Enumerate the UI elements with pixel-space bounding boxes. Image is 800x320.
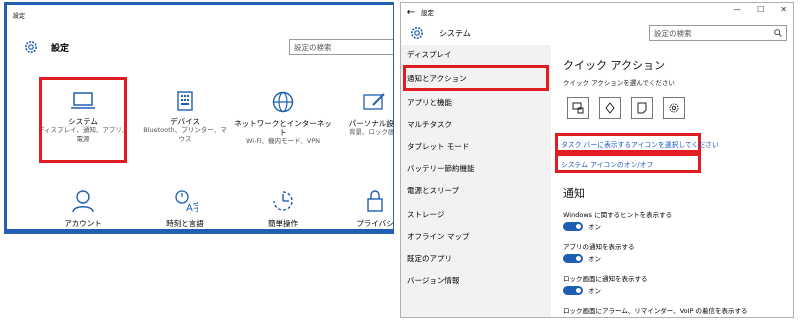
sidebar-item-display[interactable]: ディスプレイ <box>407 49 451 60</box>
quick-action-tile-note[interactable] <box>631 97 653 119</box>
tile-network[interactable]: ネットワークとインターネット Wi-Fi、機内モード、VPN <box>231 91 335 146</box>
title-bar: ← 設定 — ☐ ✕ <box>401 3 793 21</box>
quick-action-tile-connect[interactable] <box>567 97 589 119</box>
sidebar: ディスプレイ 通知とアクション アプリと機能 マルチタスク タブレット モード … <box>401 45 551 317</box>
sidebar-item-storage[interactable]: ストレージ <box>407 209 444 220</box>
tile-desc: Bluetooth、プリンター、マ <box>143 126 227 134</box>
maximize-button[interactable]: ☐ <box>757 5 764 14</box>
system-settings-window: ← 設定 — ☐ ✕ システム 設定の検索 ディスプレイ 通知とアクション アプ… <box>400 2 794 318</box>
quick-action-tile-location[interactable] <box>599 97 621 119</box>
toggle-state: オン <box>588 223 601 231</box>
toggle-state: オン <box>588 255 601 263</box>
tile-accounts[interactable]: アカウント <box>35 189 131 228</box>
settings-home-body: 設定 設定 設定の検索 システム ディスプレイ、通知、アプリ、 電源 デバイス … <box>7 5 393 229</box>
notifications-title: 通知 <box>563 187 585 200</box>
quick-actions-title: クイック アクション <box>563 59 665 72</box>
page-title: システム <box>439 28 471 38</box>
search-input[interactable]: 設定の検索 <box>289 39 393 55</box>
toggle-switch[interactable] <box>563 221 583 231</box>
taskbar-icons-link[interactable]: タスク バーに表示するアイコンを選択してください <box>561 139 719 149</box>
setting-label: ロック画面にアラーム、リマインダー、VoIP の着信を表示する <box>563 307 748 315</box>
quick-actions-note: クイック アクションを選んでください <box>563 79 675 87</box>
search-input[interactable]: 設定の検索 <box>649 25 787 41</box>
tile-privacy[interactable]: プライバシ <box>337 189 393 228</box>
page-title: 設定 <box>51 43 70 54</box>
quick-action-tile-settings[interactable] <box>663 97 685 119</box>
sidebar-item-tablet-mode[interactable]: タブレット モード <box>407 141 469 152</box>
sidebar-item-power-sleep[interactable]: 電源とスリープ <box>407 185 459 196</box>
tile-devices[interactable]: デバイス Bluetooth、プリンター、マ ウス <box>137 91 233 144</box>
toggle-lock-screen-notifications[interactable]: オン <box>563 285 601 295</box>
gear-icon <box>411 27 423 39</box>
sidebar-item-offline-maps[interactable]: オフライン マップ <box>407 231 469 242</box>
tile-label: アカウント <box>64 219 102 228</box>
paint-brush-icon <box>363 93 385 110</box>
sidebar-item-apps[interactable]: アプリと機能 <box>407 97 452 108</box>
setting-label: ロック画面に通知を表示する <box>563 275 648 283</box>
person-icon <box>72 190 94 213</box>
settings-header: 設定 <box>23 39 69 55</box>
sidebar-item-about[interactable]: バージョン情報 <box>407 275 459 286</box>
toggle-switch[interactable] <box>563 285 583 295</box>
ease-of-access-icon <box>273 191 293 211</box>
tile-time-language[interactable]: A字 時刻と言語 <box>137 189 233 228</box>
setting-label: Windows に関するヒントを表示する <box>563 211 673 219</box>
system-header: システム <box>409 25 471 41</box>
screenshot-composite: 設定 設定 設定の検索 システム ディスプレイ、通知、アプリ、 電源 デバイス … <box>0 0 800 320</box>
toggle-app-notifications[interactable]: オン <box>563 253 601 263</box>
note-icon <box>637 102 647 114</box>
location-icon <box>605 102 615 114</box>
toggle-windows-tips[interactable]: オン <box>563 221 601 231</box>
sidebar-item-multitasking[interactable]: マルチタスク <box>407 119 452 130</box>
keyboard-icon <box>177 91 193 111</box>
highlight-box-notifications <box>403 65 549 91</box>
time-language-icon: A字 <box>175 190 198 213</box>
toggle-switch[interactable] <box>563 253 583 263</box>
lock-icon <box>367 190 383 212</box>
highlight-box-system <box>39 77 127 163</box>
tile-desc: ウス <box>178 135 192 143</box>
tile-label: パーソナル設定 <box>348 119 393 128</box>
tile-label: デバイス <box>170 117 200 126</box>
search-placeholder: 設定の検索 <box>654 28 692 38</box>
settings-home-window: 設定 設定 設定の検索 システム ディスプレイ、通知、アプリ、 電源 デバイス … <box>4 2 394 234</box>
toggle-state: オン <box>588 287 601 295</box>
globe-icon <box>272 91 294 113</box>
window-title: 設定 <box>421 9 434 17</box>
sidebar-item-default-apps[interactable]: 既定のアプリ <box>407 253 452 264</box>
tile-personalization[interactable]: パーソナル設定 背景、ロック画面 <box>337 91 393 137</box>
search-icon <box>774 29 782 37</box>
tile-ease-of-access[interactable]: 簡単操作 <box>231 189 335 228</box>
system-icons-link[interactable]: システム アイコンのオン/オフ <box>561 159 653 169</box>
tile-label: 簡単操作 <box>268 219 298 228</box>
window-controls: — ☐ ✕ <box>733 5 787 14</box>
tile-desc: 背景、ロック画面 <box>349 128 393 136</box>
gear-icon <box>25 41 37 53</box>
tile-label: ネットワークとインターネット <box>234 119 332 137</box>
close-button[interactable]: ✕ <box>780 5 787 14</box>
tile-label: 時刻と言語 <box>166 219 204 228</box>
search-placeholder: 設定の検索 <box>294 42 332 52</box>
sidebar-item-battery-saver[interactable]: バッテリー節約機能 <box>407 163 475 174</box>
gear-icon <box>669 103 679 113</box>
tile-desc: Wi-Fi、機内モード、VPN <box>246 137 320 145</box>
minimize-button[interactable]: — <box>733 5 741 14</box>
svg-text:A字: A字 <box>186 201 198 213</box>
connect-icon <box>572 102 584 114</box>
window-title: 設定 <box>13 13 26 20</box>
main-content: クイック アクション クイック アクションを選んでください タスク バーに表示す… <box>551 45 793 317</box>
back-arrow-icon[interactable]: ← <box>401 7 421 18</box>
setting-label: アプリの通知を表示する <box>563 243 635 251</box>
tile-label: プライバシ <box>356 219 393 228</box>
